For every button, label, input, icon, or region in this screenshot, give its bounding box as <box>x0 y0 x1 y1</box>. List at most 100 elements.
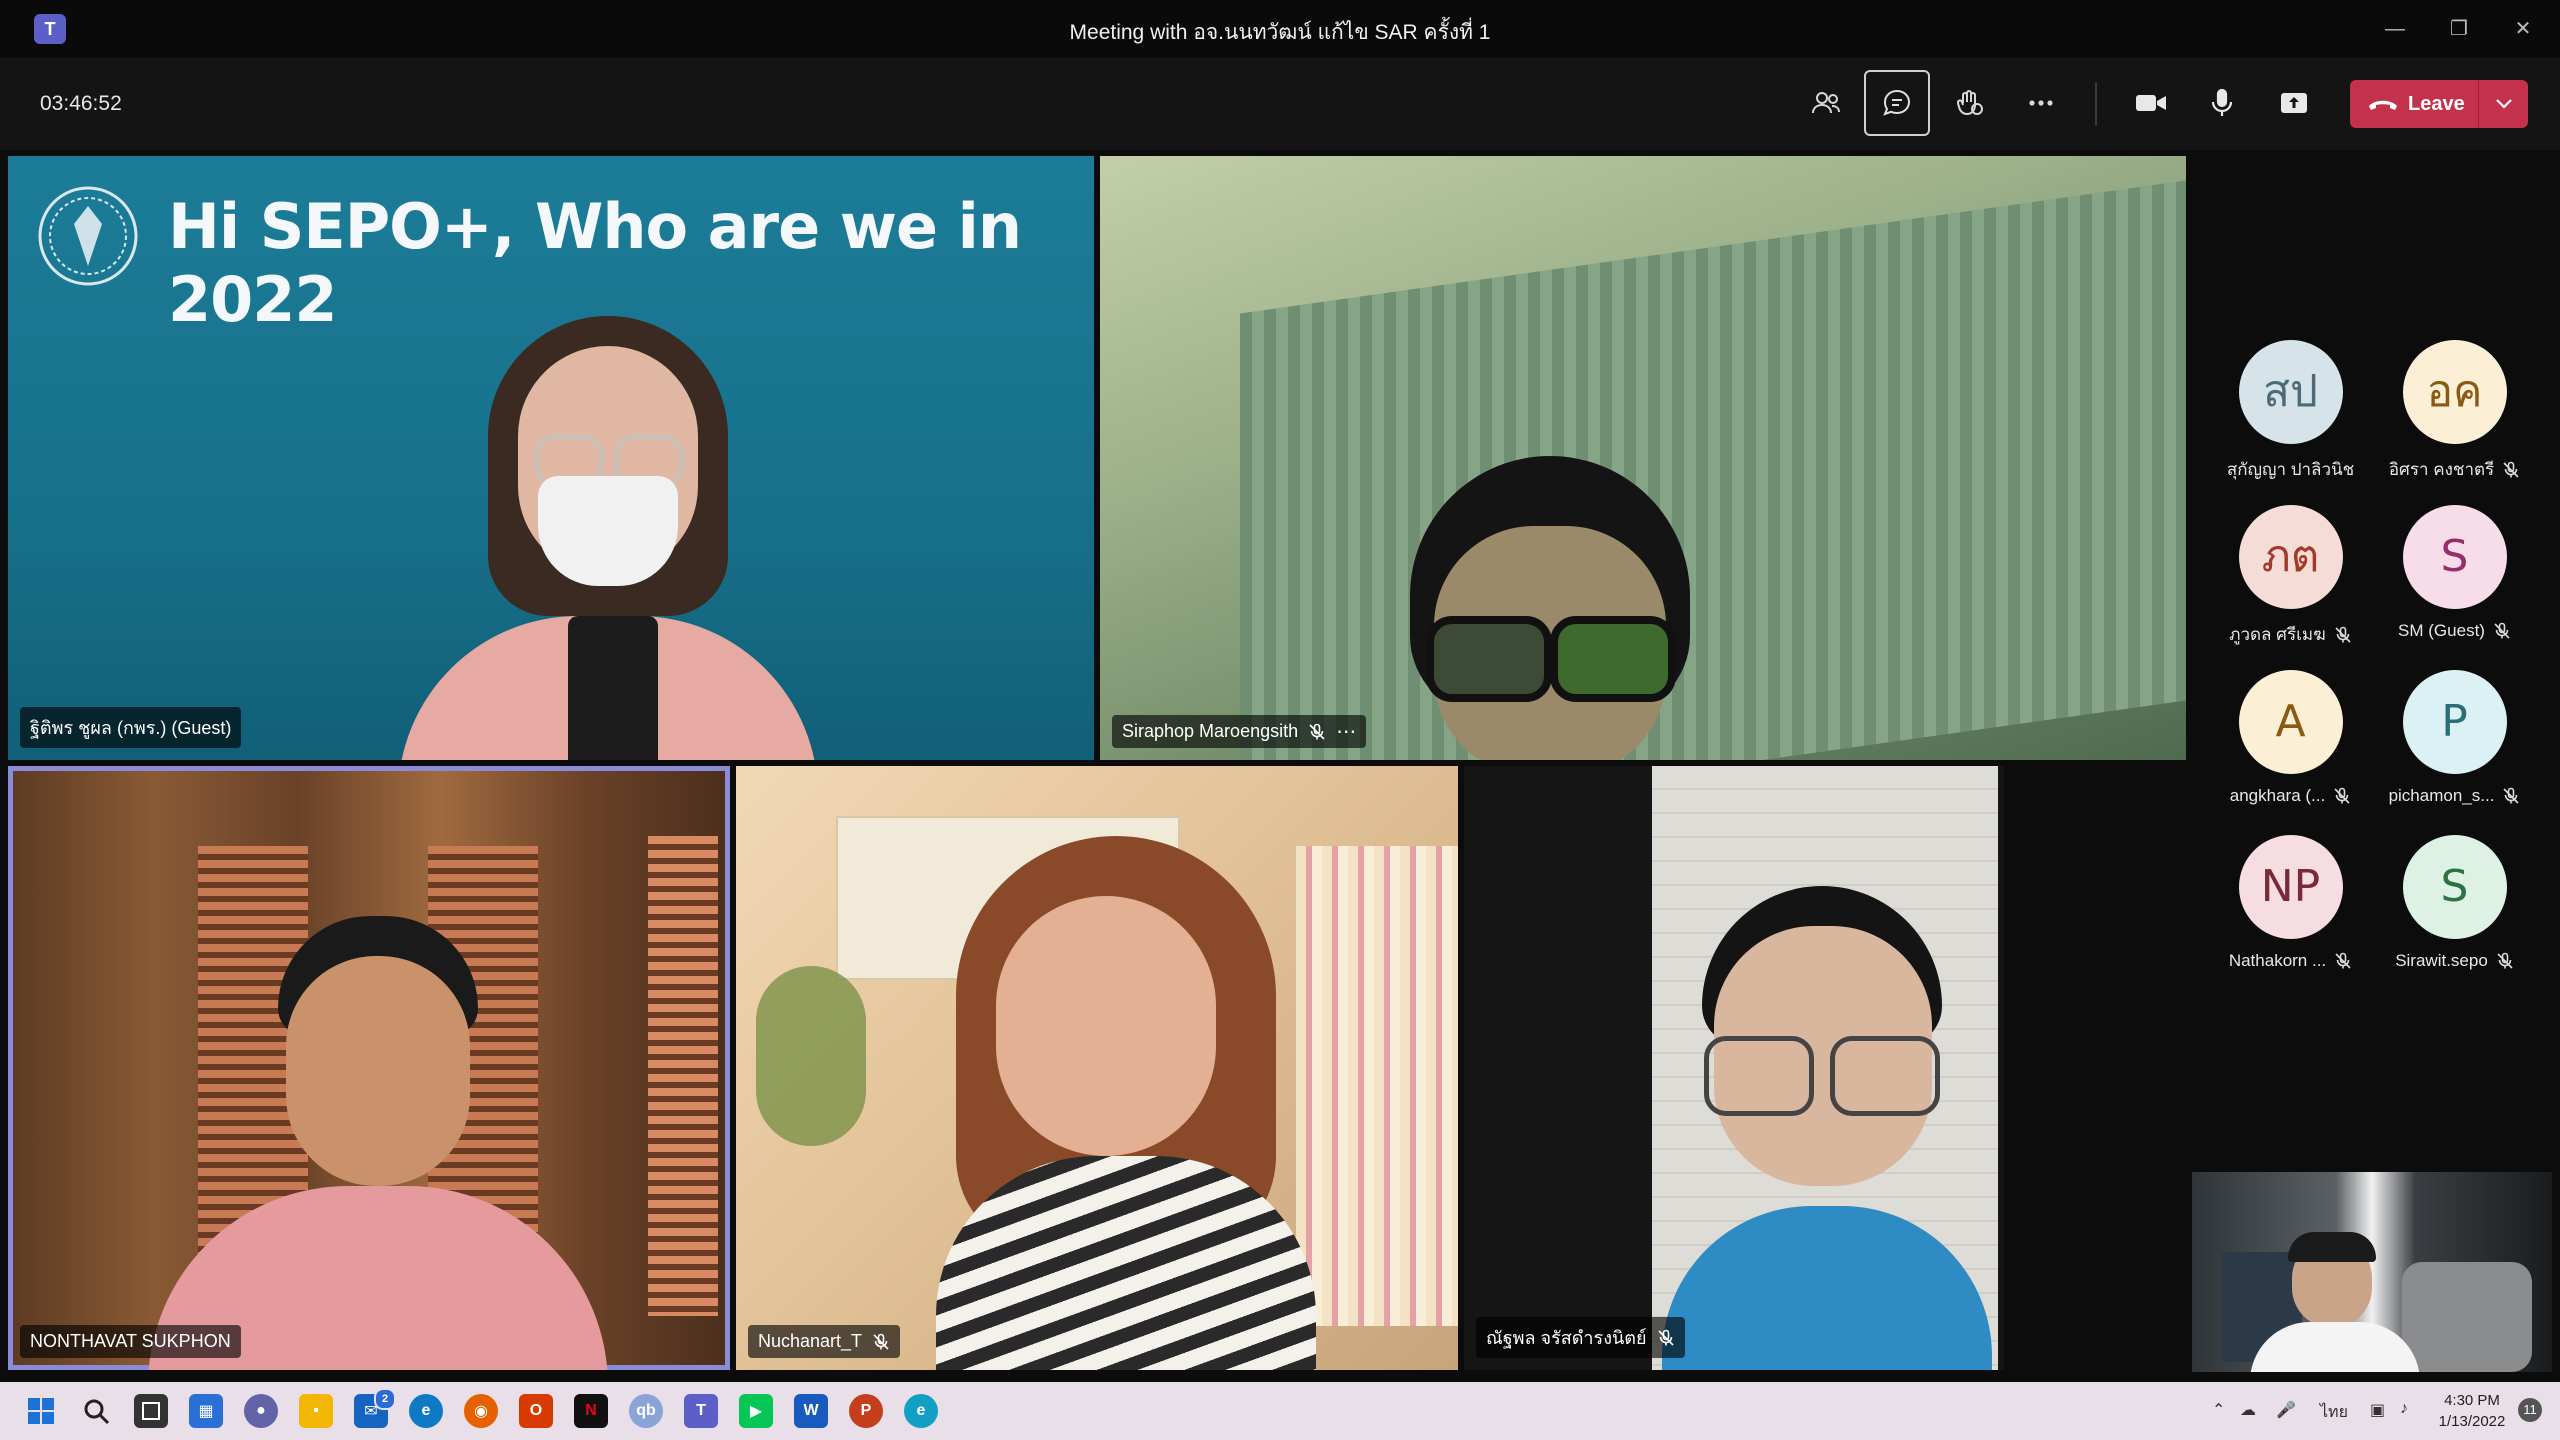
participant-name: ฐิติพร ชูผล (กพร.) (Guest) <box>30 718 232 738</box>
participant-video-figure <box>148 916 608 1370</box>
chat-button[interactable] <box>1864 70 1930 136</box>
roster-item[interactable]: สป สุกัญญา ปาลิวนิช <box>2208 340 2373 483</box>
roster-item[interactable]: S Sirawit.sepo <box>2372 835 2537 971</box>
line-button[interactable]: ▶ <box>739 1394 773 1428</box>
chat-app-button[interactable]: ● <box>244 1394 278 1428</box>
maximize-button[interactable]: ❐ <box>2436 12 2482 46</box>
roster-item[interactable]: S SM (Guest) <box>2372 505 2537 641</box>
reactions-button[interactable] <box>1936 70 2002 136</box>
mic-off-icon <box>2503 461 2519 478</box>
folder-icon: ▪ <box>313 1402 319 1419</box>
windows-logo-icon <box>28 1398 54 1424</box>
widgets-button[interactable]: ▦ <box>189 1394 223 1428</box>
leave-button[interactable]: Leave <box>2350 80 2478 128</box>
mic-off-icon <box>1309 723 1325 740</box>
minimize-button[interactable]: — <box>2372 12 2418 46</box>
participant-roster: สป สุกัญญา ปาลิวนิช อค อิศรา คงชาตรี ภต … <box>2190 156 2560 996</box>
avatar-initials: S <box>2440 531 2469 582</box>
taskbar-clock[interactable]: 4:30 PM 1/13/2022 <box>2432 1390 2512 1432</box>
firefox-button[interactable]: ◉ <box>464 1394 498 1428</box>
chat-icon <box>1883 89 1911 116</box>
onedrive-icon[interactable]: ☁ <box>2240 1400 2256 1420</box>
video-camera-icon <box>2136 95 2166 111</box>
search-icon <box>84 1399 110 1425</box>
language-indicator[interactable]: ไทย <box>2320 1400 2348 1425</box>
video-tile-natthaphon[interactable]: ณัฐพล จรัสดำรงนิตย์ <box>1464 766 2004 1370</box>
roster-name: สุกัญญา ปาลิวนิช <box>2226 460 2355 479</box>
self-hair <box>2288 1232 2376 1262</box>
avatar: S <box>2402 835 2507 939</box>
roster-item[interactable]: ภต ภูวดล ศรีเมฆ <box>2208 505 2373 648</box>
participant-name-tag: Nuchanart_T <box>748 1325 901 1358</box>
qbittorrent-icon: qb <box>636 1402 656 1419</box>
windows-taskbar: ▦ ● ▪ ✉ 2 e ◉ O N qb T ▶ W P e ⌃ ☁ 🎤 ไทย… <box>0 1382 2560 1440</box>
tray-overflow-icon[interactable]: ⌃ <box>2212 1400 2225 1420</box>
roster-name: pichamon_s... <box>2388 786 2495 805</box>
task-view-icon <box>142 1402 160 1420</box>
video-tile-nonthavat[interactable]: NONTHAVAT SUKPHON <box>8 766 730 1370</box>
camera-button[interactable] <box>2118 70 2184 136</box>
roster-item[interactable]: P pichamon_s... <box>2372 670 2537 806</box>
office-icon: O <box>529 1402 543 1419</box>
avatar: S <box>2402 505 2507 609</box>
avatar-initials: สป <box>2263 366 2318 417</box>
network-icon[interactable]: ▣ <box>2370 1400 2385 1420</box>
edge-dev-button[interactable]: e <box>904 1394 938 1428</box>
leave-options-button[interactable] <box>2479 98 2528 110</box>
hand-emoji-icon <box>1956 90 1983 116</box>
widgets-icon: ▦ <box>198 1403 214 1420</box>
more-actions-button[interactable] <box>2008 70 2074 136</box>
self-view-video[interactable] <box>2192 1172 2552 1372</box>
teams-button[interactable]: T <box>684 1394 718 1428</box>
netflix-button[interactable]: N <box>574 1394 608 1428</box>
start-button[interactable] <box>24 1394 58 1428</box>
mic-off-icon <box>873 1333 889 1350</box>
participant-name: ณัฐพล จรัสดำรงนิตย์ <box>1486 1328 1647 1348</box>
close-button[interactable]: ✕ <box>2500 12 2546 46</box>
avatar: ภต <box>2238 505 2343 609</box>
volume-icon[interactable]: ♪ <box>2400 1400 2408 1418</box>
title-bar: T Meeting with อจ.นนทวัฒน์ แก้ไข SAR ครั… <box>0 0 2560 58</box>
roster-name: angkhara (... <box>2229 786 2326 805</box>
participant-more-icon[interactable]: ⋯ <box>1336 722 1356 742</box>
share-tray-icon <box>2281 93 2307 113</box>
more-icon <box>2029 100 2053 106</box>
edge-button[interactable]: e <box>409 1394 443 1428</box>
mic-off-icon <box>2503 787 2519 804</box>
word-button[interactable]: W <box>794 1394 828 1428</box>
mic-off-icon <box>2497 952 2513 969</box>
video-tile-siraphop[interactable]: Siraphop Maroengsith ⋯ <box>1100 156 2186 760</box>
wardrobe-slats <box>648 836 718 1316</box>
edge-dev-icon: e <box>916 1402 926 1419</box>
participants-button[interactable] <box>1793 70 1859 136</box>
powerpoint-icon: P <box>860 1402 872 1419</box>
roster-name: Nathakorn ... <box>2228 951 2327 970</box>
roster-item[interactable]: อค อิศรา คงชาตรี <box>2372 340 2537 483</box>
qbittorrent-button[interactable]: qb <box>629 1394 663 1428</box>
teams-icon: T <box>696 1402 706 1419</box>
hang-up-icon <box>2369 100 2397 110</box>
mail-button[interactable]: ✉ 2 <box>354 1388 396 1428</box>
office-button[interactable]: O <box>519 1394 553 1428</box>
toolbar-divider <box>2095 82 2097 126</box>
task-view-button[interactable] <box>134 1394 168 1428</box>
line-icon: ▶ <box>749 1403 763 1420</box>
notification-badge[interactable]: 11 <box>2518 1398 2542 1422</box>
participant-name: NONTHAVAT SUKPHON <box>30 1331 231 1351</box>
share-screen-button[interactable] <box>2261 70 2327 136</box>
microphone-button[interactable] <box>2189 70 2255 136</box>
leave-button-group: Leave <box>2350 80 2528 128</box>
tray-mic-icon[interactable]: 🎤 <box>2276 1400 2296 1420</box>
search-button[interactable] <box>79 1394 113 1428</box>
video-tile-nuchanart[interactable]: Nuchanart_T <box>736 766 1458 1370</box>
roster-item[interactable]: A angkhara (... <box>2208 670 2373 806</box>
file-explorer-button[interactable]: ▪ <box>299 1394 333 1428</box>
video-tile-presenter[interactable]: Hi SEPO+, Who are we in 2022 ฐิติพร ชูผล… <box>8 156 1094 760</box>
roster-name: Sirawit.sepo <box>2395 951 2488 970</box>
powerpoint-button[interactable]: P <box>849 1394 883 1428</box>
roster-item[interactable]: NP Nathakorn ... <box>2208 835 2373 971</box>
firefox-icon: ◉ <box>474 1403 488 1420</box>
mic-off-icon <box>2335 952 2351 969</box>
avatar-initials: S <box>2440 861 2469 912</box>
avatar-initials: อค <box>2426 366 2483 417</box>
